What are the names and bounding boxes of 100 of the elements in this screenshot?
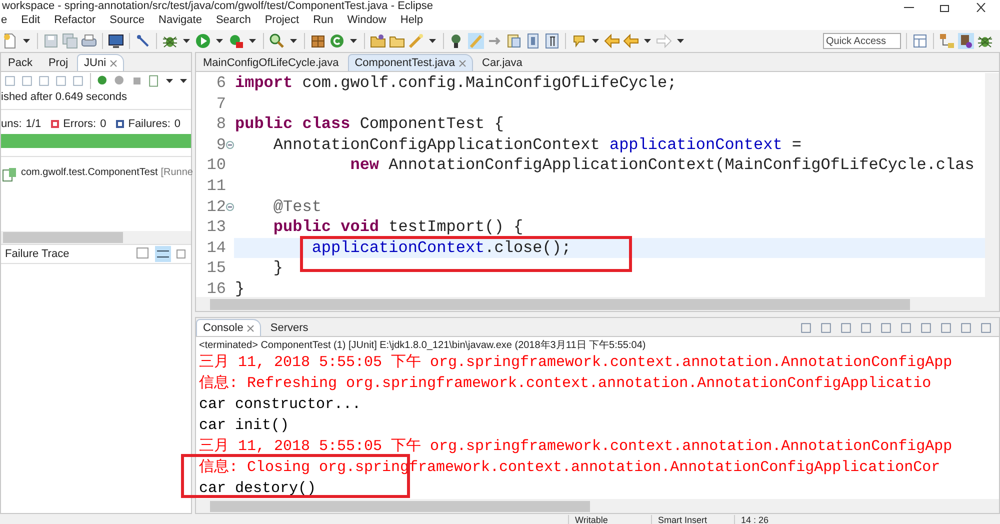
new-file-icon[interactable] [2,33,18,49]
panel-title: Failure Trace [4,248,70,260]
view-tab[interactable]: Pack [1,54,40,71]
console-tab[interactable]: Servers [263,319,316,336]
tree-item-detail: [Runne [160,167,193,178]
caret-icon[interactable] [644,39,651,43]
counter-label: Failures: [128,118,170,130]
console-line: 三月 11, 2018 5:55:05 下午 org.springframework.context.annotation.AnnotationConfigApp [199,353,954,373]
save-all-icon[interactable] [62,33,78,49]
play-icon[interactable] [195,33,211,49]
scrollbar-thumb[interactable] [210,500,590,512]
console-line: 信息: Refreshing org.springframework.context.annotation.AnnotationConfigApplicatio [199,374,932,394]
print-icon[interactable] [81,33,97,49]
code-line: } [235,280,245,297]
new-class-icon[interactable] [329,33,345,49]
document-icon[interactable] [506,33,522,49]
console-line: car destory() [199,479,318,499]
close-icon[interactable] [976,3,986,12]
java-perspective-icon[interactable] [958,33,974,49]
test-class-icon[interactable] [2,167,18,183]
caret-icon[interactable] [249,39,256,43]
arrow-right-icon[interactable] [656,33,672,49]
menu-item[interactable]: Edit [20,14,42,26]
monitor-icon[interactable] [108,33,124,49]
scrollbar-thumb[interactable] [3,232,123,243]
folder-icon[interactable] [370,33,386,49]
annotation-icon[interactable] [571,33,587,49]
pin-icon[interactable] [135,33,151,49]
line-number: 6 [215,73,226,94]
quick-access-field[interactable]: Quick Access [823,33,901,49]
counter-label: Errors: [63,118,96,130]
counter-value: 1/1 [26,118,42,130]
menu-item[interactable]: Refactor [53,14,97,26]
perspective-icon[interactable] [912,33,928,49]
run-tools-icon[interactable] [228,33,244,49]
code-line: AnnotationConfigApplicationContext applicationContext = [272,136,802,154]
save-icon[interactable] [43,33,59,49]
minimize-icon[interactable] [904,6,914,8]
package-icon[interactable] [310,33,326,49]
menu-item[interactable]: Window [346,14,388,26]
console-line: 三月 11, 2018 5:55:05 下午 org.springframework.context.annotation.AnnotationConfigApp [199,437,954,457]
caret-icon[interactable] [350,39,357,43]
junit-status-text: ished after 0.649 seconds [1,90,191,110]
console-line: car init() [199,416,290,436]
menu-item[interactable]: Run [312,14,334,26]
menu-item[interactable]: e [0,14,8,26]
horizontal-scrollbar[interactable] [196,297,999,311]
caret-icon[interactable] [592,39,599,43]
caret-icon[interactable] [290,39,297,43]
code-line: public class ComponentTest { [235,115,504,134]
console-tab[interactable]: Console [196,319,262,336]
view-tab[interactable]: Proj [41,54,76,71]
line-number: 13 [206,217,226,238]
fold-icon[interactable] [226,141,234,150]
restore-icon[interactable] [940,4,950,12]
vertical-scrollbar[interactable] [985,73,999,297]
arrow-left-icon[interactable] [604,33,620,49]
caret-icon[interactable] [677,39,684,43]
caret-icon[interactable] [23,39,30,43]
code-line: } [272,259,284,278]
line-number: 12 [206,196,226,218]
menu-item[interactable]: Navigate [158,14,203,26]
status-field: Smart Insert [651,515,734,524]
line-number: 15 [206,258,226,279]
editor-tab[interactable]: Car.java [475,54,530,71]
menu-item[interactable]: Project [264,14,300,26]
scrollbar-thumb[interactable] [210,298,910,310]
search-icon[interactable] [269,33,285,49]
counter-value: 0 [100,118,106,130]
code-line: import com.gwolf.config.MainConfigOfLifeCycle; [235,74,677,92]
caret-icon[interactable] [216,39,223,43]
horizontal-scrollbar[interactable] [1,231,191,244]
error-icon [51,120,60,128]
line-number: 8 [215,114,226,135]
window-title: workspace - spring-annotation/src/test/java/com/gwolf/test/ComponentTest.java - Eclipse [1,1,434,12]
code-line: public void testImport() { [272,218,524,236]
menu-item[interactable]: Source [108,14,146,26]
line-number: 14 [206,238,226,258]
filter-icon[interactable] [155,246,171,262]
menu-item[interactable]: Help [399,14,424,26]
counter-value: 0 [174,118,181,130]
code-line: @Test [272,198,322,216]
menu-item[interactable]: Search [214,14,252,26]
console-line: car constructor... [199,395,362,415]
hierarchy-icon[interactable] [939,33,955,49]
arrow-left-icon[interactable] [623,33,639,49]
console-header: <terminated> ComponentTest (1) [JUnit] E:\jdk1.8.0_121\bin\javaw.exe (2018年3月11日 下午5:55:04) [198,339,647,352]
line-number: 10 [206,155,226,176]
caret-icon[interactable] [429,39,436,43]
fold-icon[interactable] [226,202,234,211]
editor-tab[interactable]: MainConfigOfLifeCycle.java [196,54,346,71]
caret-icon[interactable] [183,39,190,43]
tree-item[interactable]: com.gwolf.test.ComponentTest [21,167,158,178]
wand-icon[interactable] [408,33,424,49]
view-tab[interactable]: JUni [77,54,124,71]
status-field: 14 : 26 [734,515,817,524]
line-number: 11 [206,176,226,197]
horizontal-scrollbar[interactable] [196,499,999,513]
paragraph-icon[interactable] [544,33,560,49]
editor-tab[interactable]: ComponentTest.java [348,54,474,71]
